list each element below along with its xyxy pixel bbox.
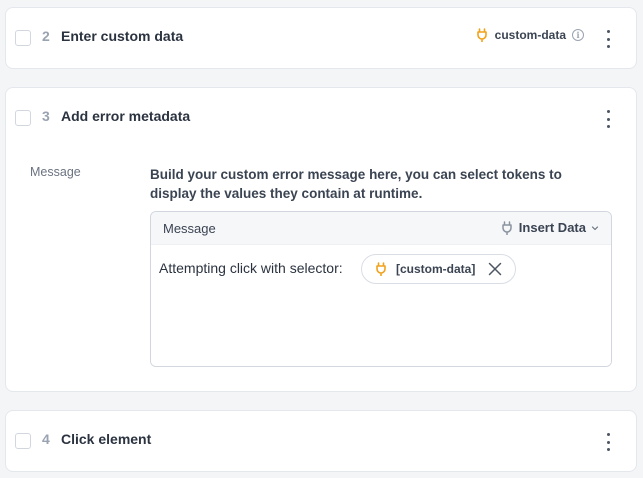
- editor-text[interactable]: Attempting click with selector:: [159, 260, 343, 276]
- editor-body[interactable]: Attempting click with selector: [custom-…: [151, 245, 611, 366]
- message-field-label: Message: [30, 165, 81, 179]
- editor-title: Message: [163, 221, 216, 236]
- insert-data-label: Insert Data: [518, 220, 586, 235]
- step-number: 4: [42, 431, 50, 447]
- plug-icon: [502, 220, 512, 235]
- editor-header: Message Insert Data: [151, 212, 611, 245]
- step-checkbox[interactable]: [15, 30, 31, 46]
- message-field-description: Build your custom error message here, yo…: [150, 167, 562, 201]
- data-token[interactable]: [custom-data]: [361, 254, 517, 284]
- step-header[interactable]: 2 Enter custom data custom-data i: [6, 8, 636, 68]
- token-label: [custom-data]: [396, 262, 476, 276]
- step-number: 2: [42, 28, 50, 44]
- close-icon[interactable]: [487, 261, 503, 277]
- info-icon[interactable]: i: [572, 29, 584, 41]
- step-title: Enter custom data: [61, 28, 184, 44]
- step-checkbox[interactable]: [15, 110, 31, 126]
- message-editor[interactable]: Message Insert Data Attempting click wit…: [150, 211, 612, 367]
- step-card-2: 2 Enter custom data custom-data i: [5, 7, 637, 69]
- step-card-4: 4 Click element: [5, 410, 637, 472]
- chevron-down-icon: [591, 225, 599, 230]
- insert-data-button[interactable]: Insert Data: [500, 220, 599, 235]
- tag-label: custom-data: [494, 28, 566, 42]
- step-header[interactable]: 3 Add error metadata: [6, 88, 636, 148]
- step-card-3: 3 Add error metadata Message Build your …: [5, 87, 637, 392]
- step-checkbox[interactable]: [15, 433, 31, 449]
- step-title: Add error metadata: [61, 108, 191, 124]
- more-options-icon[interactable]: [600, 433, 616, 451]
- step-title: Click element: [61, 431, 152, 447]
- plug-icon: [476, 28, 487, 42]
- step-header[interactable]: 4 Click element: [6, 411, 636, 471]
- step-number: 3: [42, 108, 50, 124]
- custom-data-tag: custom-data i: [475, 28, 584, 42]
- more-options-icon[interactable]: [600, 30, 616, 48]
- more-options-icon[interactable]: [600, 110, 616, 128]
- plug-icon: [376, 262, 386, 276]
